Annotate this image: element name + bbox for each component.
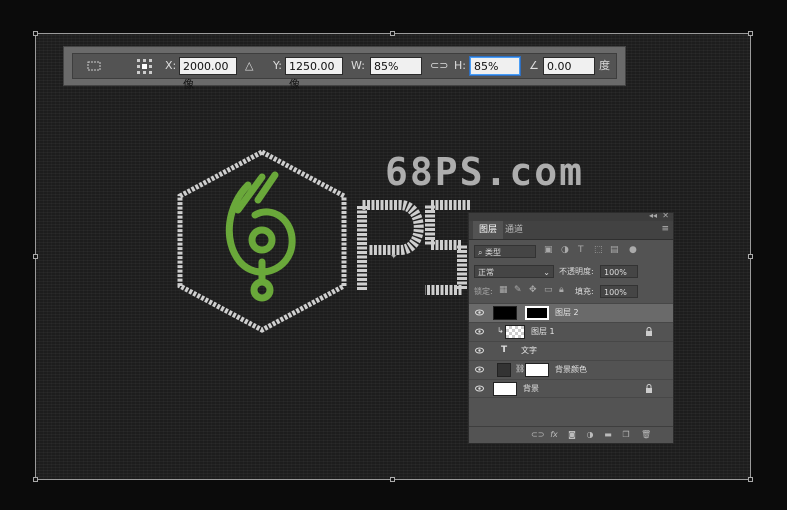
text-layer-icon: T: [501, 345, 508, 355]
new-layer-icon[interactable]: ❐: [621, 430, 631, 440]
layer-name[interactable]: 图层 2: [555, 307, 579, 318]
handle-bottom-right[interactable]: [748, 477, 753, 482]
adjustment-icon[interactable]: ◑: [585, 430, 595, 440]
layer-name[interactable]: 文字: [521, 345, 537, 356]
layer-thumbnail: [493, 382, 517, 396]
lock-position-icon[interactable]: ✥: [529, 285, 537, 295]
fill-label: 填充:: [575, 287, 594, 296]
link-icon[interactable]: ⊂⊃: [430, 54, 448, 78]
delta-triangle-icon[interactable]: △: [245, 54, 253, 78]
lock-pixels-icon[interactable]: ✎: [514, 285, 522, 295]
height-input[interactable]: 85%: [470, 57, 520, 75]
fx-icon[interactable]: fx: [549, 430, 559, 440]
filter-shape-icon[interactable]: ⬚: [594, 245, 603, 255]
layer-row-background[interactable]: 背景: [469, 379, 673, 398]
handle-middle-right[interactable]: [748, 254, 753, 259]
visibility-eye-icon[interactable]: [475, 347, 484, 354]
handle-bottom-left[interactable]: [33, 477, 38, 482]
trash-icon[interactable]: 🗑︎: [641, 430, 651, 440]
rotation-angle-input[interactable]: 0.00: [543, 57, 595, 75]
handle-bottom-center[interactable]: [390, 477, 395, 482]
mask-icon[interactable]: ◙: [567, 430, 577, 440]
filter-toggle-icon[interactable]: ●: [629, 245, 637, 255]
layer-name[interactable]: 背景颜色: [555, 364, 587, 375]
visibility-eye-icon[interactable]: [475, 309, 484, 316]
panel-tabs: 图层 通道 ≡: [469, 221, 673, 240]
layer-mask-thumbnail[interactable]: [525, 363, 549, 377]
h-label: H:: [454, 59, 466, 72]
layer-thumbnail: [493, 306, 517, 320]
link-layers-icon[interactable]: ⊂⊃: [531, 430, 544, 440]
filter-row: ⌕ 类型 ▣ ◑ T ⬚ ▤ ●: [469, 245, 673, 261]
transform-mode-icon[interactable]: [85, 54, 103, 78]
blend-row: 正常 ⌄ 不透明度: 100%: [469, 265, 673, 281]
x-label: X:: [165, 59, 177, 72]
layer-row-bg-color[interactable]: ⛓ 背景颜色: [469, 360, 673, 379]
blend-mode-value: 正常: [478, 268, 494, 277]
clipping-arrow-icon: ↳: [497, 326, 504, 335]
layer-row-layer2[interactable]: 图层 2: [469, 303, 673, 322]
w-label: W:: [351, 59, 365, 72]
handle-middle-left[interactable]: [33, 254, 38, 259]
options-bar-inner: X: 2000.00 像 △ Y: 1250.00 像 W: 85% ⊂⊃ H:…: [72, 53, 617, 91]
handle-top-right[interactable]: [748, 31, 753, 36]
layer-name[interactable]: 背景: [523, 383, 539, 394]
filter-type-select[interactable]: ⌕ 类型: [474, 245, 536, 258]
panel-menu-icon[interactable]: ≡: [661, 224, 669, 234]
opacity-input[interactable]: 100%: [600, 265, 638, 278]
angle-unit-label: 度: [599, 59, 610, 72]
visibility-eye-icon[interactable]: [475, 366, 484, 373]
filter-type-icon[interactable]: T: [578, 245, 584, 255]
transform-options-bar: X: 2000.00 像 △ Y: 1250.00 像 W: 85% ⊂⊃ H:…: [63, 46, 626, 91]
lock-transparent-icon[interactable]: ▦: [499, 285, 508, 295]
angle-icon: ∠: [529, 59, 539, 72]
handle-top-center[interactable]: [390, 31, 395, 36]
tab-channels[interactable]: 通道: [499, 221, 529, 239]
handle-top-left[interactable]: [33, 31, 38, 36]
lock-label: 锁定:: [474, 287, 493, 296]
fill-layer-thumbnail: [497, 363, 511, 377]
lock-icon: [646, 384, 652, 393]
chevron-down-icon: ⌄: [543, 268, 550, 277]
x-position-input[interactable]: 2000.00 像: [179, 57, 237, 91]
layer-mask-thumbnail[interactable]: [525, 306, 549, 320]
visibility-eye-icon[interactable]: [475, 385, 484, 392]
y-position-input[interactable]: 1250.00 像: [285, 57, 343, 91]
filter-smart-object-icon[interactable]: ▤: [610, 245, 619, 255]
lock-all-icon[interactable]: 🔒︎: [559, 285, 564, 295]
close-icon[interactable]: ✕: [662, 211, 669, 220]
layer-name[interactable]: 图层 1: [531, 326, 555, 337]
reference-point-icon[interactable]: ✦: [390, 253, 398, 262]
fill-input[interactable]: 100%: [600, 285, 638, 298]
group-icon[interactable]: ▬: [603, 430, 613, 440]
collapse-icon[interactable]: ◂◂: [649, 211, 657, 220]
opacity-label: 不透明度:: [559, 267, 594, 276]
layers-panel: ◂◂ ✕ 图层 通道 ≡ ⌕ 类型 ▣ ◑ T ⬚ ▤ ● 正常 ⌄ 不透明度:…: [468, 211, 674, 444]
panel-titlebar[interactable]: ◂◂ ✕: [469, 211, 673, 221]
visibility-eye-icon[interactable]: [475, 328, 484, 335]
lock-artboard-icon[interactable]: ▭: [544, 285, 553, 295]
chain-link-icon[interactable]: ⛓: [515, 364, 525, 373]
search-icon: ⌕: [478, 248, 483, 257]
layer-row-text[interactable]: T 文字: [469, 341, 673, 360]
width-input[interactable]: 85%: [370, 57, 422, 75]
filter-placeholder: 类型: [485, 248, 502, 257]
layer-row-layer1[interactable]: ↳ 图层 1: [469, 322, 673, 341]
lock-icon: [646, 327, 652, 336]
y-label: Y:: [273, 59, 282, 72]
filter-pixel-icon[interactable]: ▣: [544, 245, 553, 255]
layers-panel-footer: ⊂⊃ fx ◙ ◑ ▬ ❐ 🗑︎: [469, 426, 673, 443]
lock-row: 锁定: ▦ ✎ ✥ ▭ 🔒︎ 填充: 100%: [469, 285, 673, 301]
layer-thumbnail: [505, 325, 525, 339]
filter-adjustment-icon[interactable]: ◑: [561, 245, 569, 255]
reference-point-grid-icon[interactable]: [135, 54, 153, 78]
blend-mode-select[interactable]: 正常 ⌄: [474, 265, 554, 278]
